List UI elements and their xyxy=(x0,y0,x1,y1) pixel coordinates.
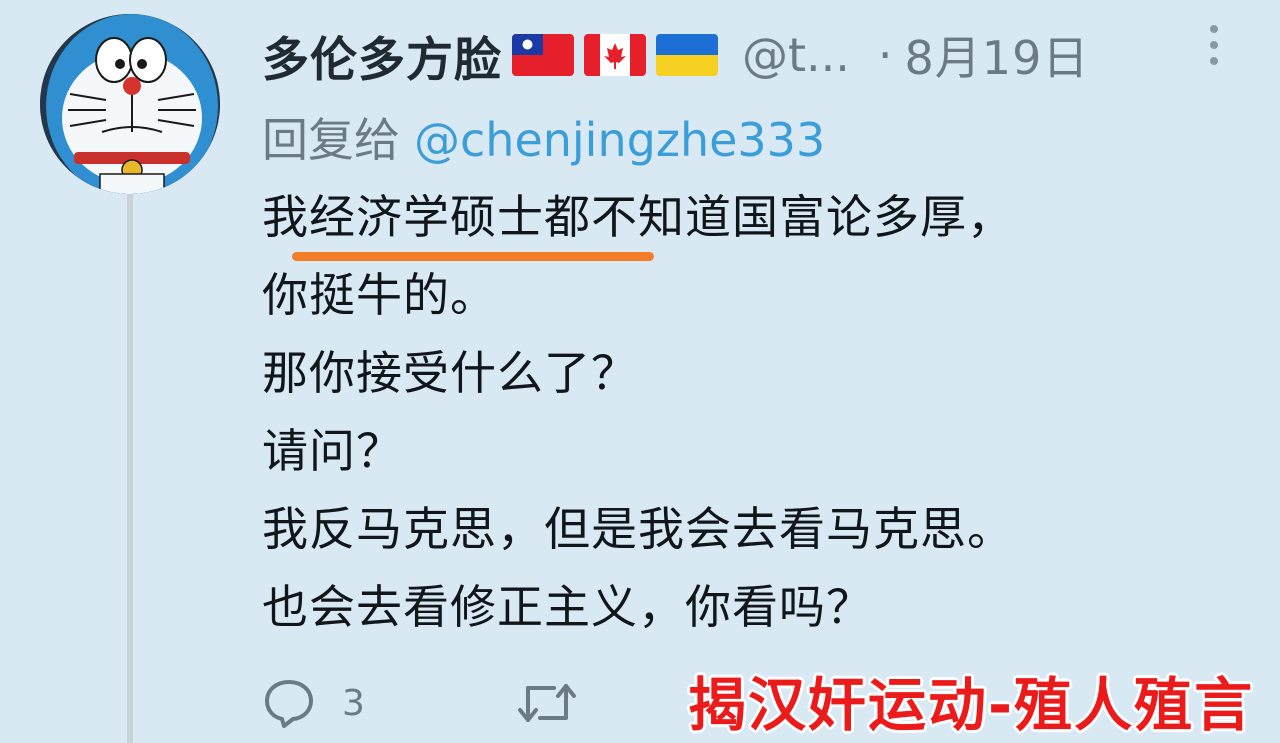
tweet-body: 我经济学硕士都不知道国富论多厚， 你挺牛的。 那你接受什么了？ 请问？ 我反马克… xyxy=(262,186,1222,654)
tweet-text-line: 那你接受什么了？ xyxy=(262,346,638,400)
avatar[interactable] xyxy=(40,14,220,194)
retweet-button[interactable] xyxy=(516,676,578,730)
speech-bubble-icon xyxy=(265,680,313,728)
more-options-icon[interactable] xyxy=(1206,22,1222,70)
tweet-text-line: 也会去看修正主义，你看吗？ xyxy=(262,580,873,634)
doraemon-avatar-image xyxy=(40,14,220,194)
ukraine-flag-icon xyxy=(656,34,718,76)
highlight-underline xyxy=(292,252,654,261)
thread-line xyxy=(127,190,133,743)
taiwan-flag-icon xyxy=(512,34,574,76)
reply-to-handle-link[interactable]: @chenjingzhe333 xyxy=(414,113,825,167)
reply-prefix: 回复给 xyxy=(262,113,400,167)
retweet-icon xyxy=(518,684,576,722)
reply-button[interactable]: 3 xyxy=(262,676,365,730)
tweet-header: 多伦多方脸 @t... · 8月19日 xyxy=(262,20,1262,90)
tweet-text-line: 请问？ xyxy=(262,424,403,478)
reply-to-line: 回复给 @chenjingzhe333 xyxy=(262,104,825,170)
separator-dot: · xyxy=(877,28,893,82)
tweet-text-line: 你挺牛的。 xyxy=(262,268,497,322)
tweet-date[interactable]: 8月19日 xyxy=(905,22,1090,88)
watermark-caption: 揭汉奸运动-殖人殖言 xyxy=(688,671,1255,739)
reply-count: 3 xyxy=(342,682,365,724)
user-handle[interactable]: @t... xyxy=(742,28,850,82)
tweet: 多伦多方脸 @t... · 8月19日 回复给 @chenjingzhe333 … xyxy=(0,0,1280,743)
display-name[interactable]: 多伦多方脸 xyxy=(262,21,502,90)
tweet-text-line: 我反马克思，但是我会去看马克思。 xyxy=(262,502,1014,556)
canada-flag-icon xyxy=(584,34,646,76)
